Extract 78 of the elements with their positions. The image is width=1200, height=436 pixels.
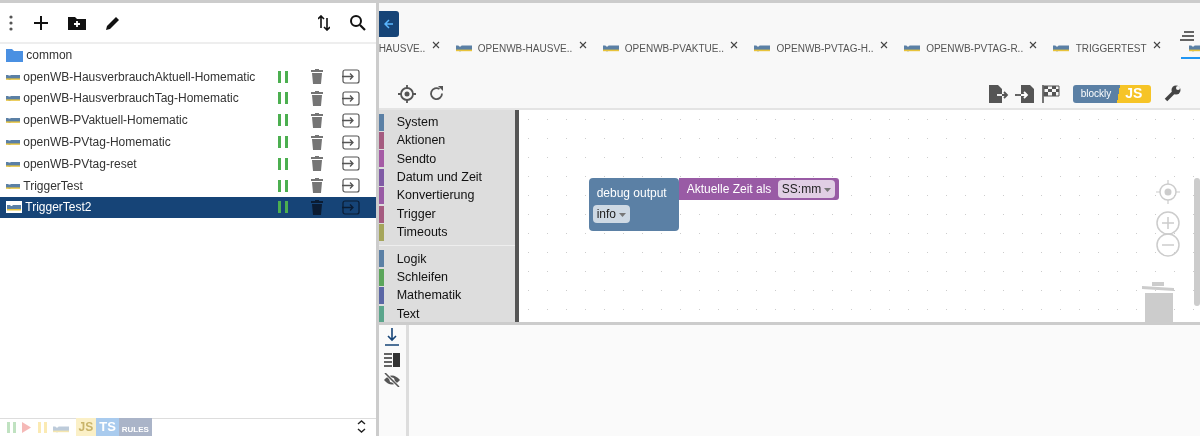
debug-output-block[interactable]: debug output info [588, 178, 679, 231]
toolbox-category[interactable]: Konvertierung [378, 186, 515, 205]
script-list-item[interactable]: TriggerTest2 [0, 196, 376, 219]
export-icon[interactable] [341, 134, 360, 150]
scrollbar[interactable] [1194, 178, 1200, 306]
editor-tab[interactable]: HAUSVE.. [378, 39, 452, 59]
locate-icon[interactable] [398, 84, 417, 103]
folder-icon [6, 47, 23, 62]
toolbox-category[interactable]: Datum und Zeit [378, 168, 515, 187]
block-label: Aktuelle Zeit als [686, 181, 772, 198]
editor-tab[interactable]: OPENWB-PVAKTUE.. [598, 39, 751, 59]
time-block[interactable]: Aktuelle Zeit als SS:mm [678, 178, 840, 200]
arrow-left-icon [383, 19, 394, 29]
toolbox-category[interactable]: Mathematik [378, 286, 515, 305]
menu-icon[interactable] [1180, 31, 1194, 41]
export-icon[interactable] [341, 156, 360, 172]
format-dropdown[interactable]: SS:mm [777, 180, 836, 198]
pause-icon[interactable] [277, 201, 288, 214]
editor-tab[interactable]: OPENWB-PVTAG-H.. [750, 39, 900, 59]
trash-icon[interactable] [310, 69, 323, 85]
pencil-icon[interactable] [105, 14, 121, 31]
script-list-item[interactable]: common [0, 44, 376, 66]
toolbox-category[interactable]: System [378, 113, 515, 132]
trash-icon[interactable] [310, 91, 323, 106]
trash-icon[interactable] [310, 112, 323, 128]
toolbox-category[interactable]: Trigger [378, 204, 515, 224]
scroll-down-icon[interactable] [385, 328, 400, 347]
pause-icon[interactable] [277, 92, 288, 105]
script-icon [6, 138, 20, 147]
export-icon[interactable] [988, 84, 1009, 103]
block-label: debug output [595, 185, 668, 202]
script-icon [6, 201, 22, 214]
folder-add-icon[interactable] [67, 15, 86, 30]
toolbox-category[interactable]: Schleifen [378, 268, 515, 287]
toolbox-category[interactable]: Sendto [378, 149, 515, 169]
pause-icon[interactable] [277, 157, 288, 170]
search-icon[interactable] [349, 14, 366, 31]
editor-tab[interactable]: TRIGGERTEST [1049, 39, 1173, 59]
script-list-item[interactable]: openWB-PVtag-reset [0, 153, 376, 175]
toolbox-category[interactable]: Timeouts [378, 223, 515, 242]
script-list-item[interactable]: openWB-PVtag-Homematic [0, 131, 376, 153]
pause-icon[interactable] [277, 70, 288, 83]
level-dropdown[interactable]: info [592, 205, 631, 223]
columns-icon[interactable] [384, 352, 401, 367]
pause-icon[interactable] [277, 114, 288, 127]
sort-icon[interactable] [318, 14, 331, 31]
expand-collapse-icon[interactable] [356, 419, 366, 436]
refresh-icon[interactable] [429, 86, 445, 101]
export-icon[interactable] [341, 178, 360, 194]
toolbox-category[interactable]: Text [378, 304, 515, 324]
script-list-item[interactable]: openWB-HausverbrauchTag-Homematic [0, 87, 376, 110]
script-list-item[interactable]: TriggerTest [0, 174, 376, 197]
editor-tab[interactable]: OPENWB-PVTAG-R.. [899, 39, 1050, 59]
export-icon[interactable] [341, 91, 360, 106]
editor-tab[interactable]: OPENWB-HAUSVE.. [451, 39, 599, 59]
export-icon[interactable] [341, 69, 360, 85]
script-list-item[interactable]: openWB-PVaktuell-Homematic [0, 109, 376, 132]
script-icon [6, 181, 20, 190]
checkered-flag-icon[interactable] [1041, 84, 1060, 103]
trash-icon[interactable] [310, 156, 323, 172]
pause-icon[interactable] [277, 136, 288, 149]
script-icon [6, 94, 20, 103]
import-icon[interactable] [1015, 84, 1035, 103]
script-icon [6, 159, 20, 168]
trash-icon[interactable] [310, 134, 323, 150]
collapse-button[interactable] [378, 11, 399, 37]
trash-icon[interactable] [310, 178, 323, 194]
add-icon[interactable] [34, 15, 48, 30]
script-icon [6, 116, 20, 125]
script-list-item[interactable]: openWB-HausverbrauchAktuell-Homematic [0, 65, 376, 88]
pause-icon[interactable] [277, 179, 288, 192]
export-icon[interactable] [341, 112, 360, 128]
eye-hidden-icon[interactable] [383, 373, 402, 388]
script-icon [6, 72, 20, 81]
wrench-icon[interactable] [1163, 85, 1181, 102]
blockly-js-toggle[interactable]: blockly JS [1072, 84, 1151, 103]
toolbox-category[interactable]: Aktionen [378, 131, 515, 150]
toolbox-category[interactable]: Logik [378, 249, 515, 269]
